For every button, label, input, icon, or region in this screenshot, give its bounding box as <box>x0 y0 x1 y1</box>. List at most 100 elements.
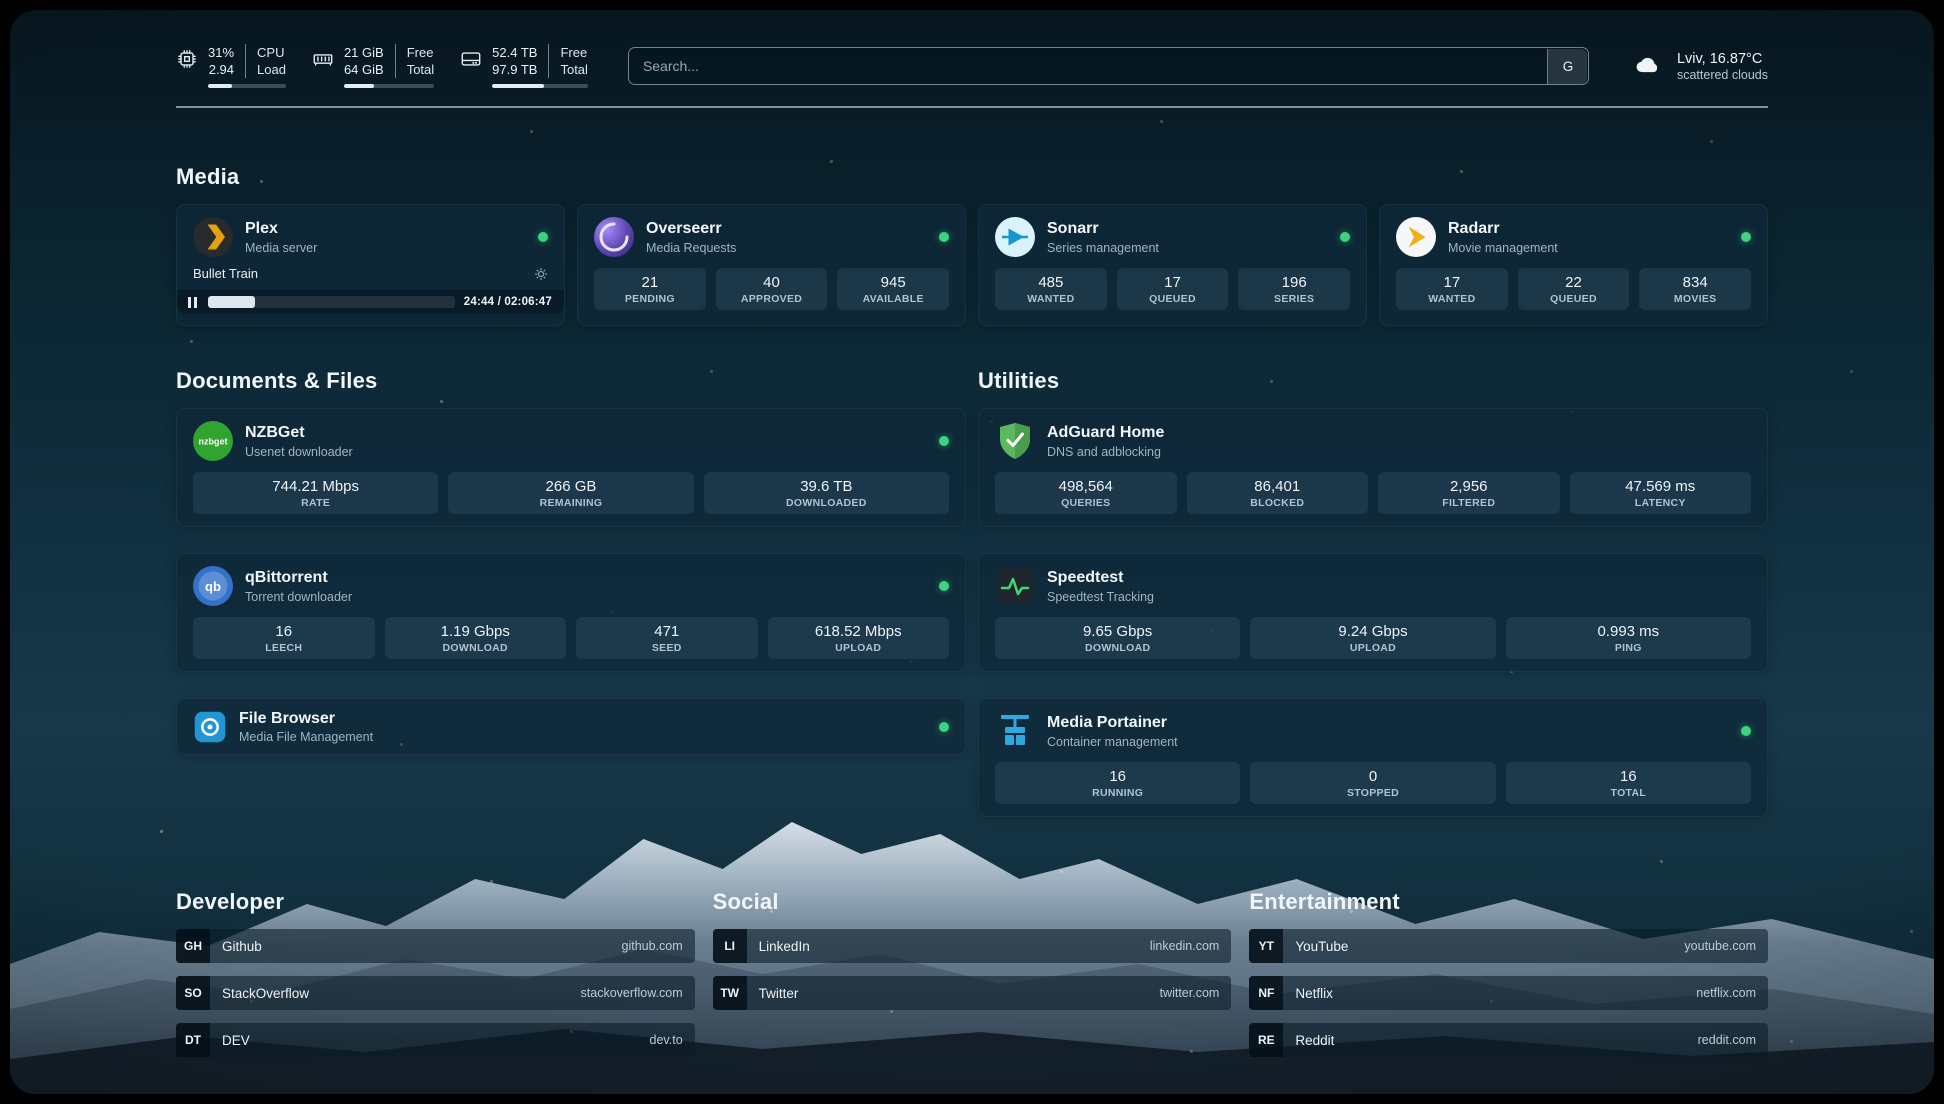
stat-label: REMAINING <box>452 497 689 509</box>
cpu-percent: 31% <box>208 44 234 61</box>
service-card-qbittorrent[interactable]: qb qBittorrent Torrent downloader 16 <box>176 553 966 672</box>
weather-widget: Lviv, 16.87°C scattered clouds <box>1629 50 1768 83</box>
status-online-dot <box>939 722 949 732</box>
section-media: Media Plex Media server <box>176 164 1768 326</box>
bookmark-name: StackOverflow <box>222 986 309 1001</box>
stat-leech: 16 LEECH <box>193 617 375 659</box>
cpu-monitor: 31% 2.94 CPU Load <box>176 44 286 88</box>
stat-label: APPROVED <box>720 293 824 305</box>
netflix-icon: NF <box>1249 976 1283 1010</box>
search-engine-button[interactable]: G <box>1547 49 1587 84</box>
service-card-radarr[interactable]: Radarr Movie management 17 WANTED 22 QUE… <box>1379 204 1768 326</box>
stat-value: 1.19 Gbps <box>389 623 563 640</box>
settings-gear-icon[interactable] <box>534 267 548 281</box>
stat-available: 945 AVAILABLE <box>837 268 949 310</box>
pause-button[interactable] <box>186 297 199 308</box>
memory-monitor: 21 GiB 64 GiB Free Total <box>312 44 434 88</box>
stat-value: 0 <box>1254 768 1491 785</box>
status-online-dot <box>939 581 949 591</box>
service-name: Speedtest <box>1047 568 1154 587</box>
search-input[interactable] <box>628 47 1589 85</box>
status-online-dot <box>939 436 949 446</box>
playback-time: 24:44 / 02:06:47 <box>464 296 552 308</box>
service-card-overseerr[interactable]: Overseerr Media Requests 21 PENDING 40 A… <box>577 204 966 326</box>
service-card-sonarr[interactable]: Sonarr Series management 485 WANTED 17 Q… <box>978 204 1367 326</box>
dev-icon: DT <box>176 1023 210 1057</box>
service-card-filebrowser[interactable]: File Browser Media File Management <box>176 698 966 755</box>
now-playing-title: Bullet Train <box>193 266 258 281</box>
stat-value: 0.993 ms <box>1510 623 1747 640</box>
status-online-dot <box>1741 232 1751 242</box>
stat-label: UPLOAD <box>772 642 946 654</box>
stat-queued: 22 QUEUED <box>1518 268 1630 310</box>
youtube-icon: YT <box>1249 929 1283 963</box>
stat-label: RATE <box>197 497 434 509</box>
bookmark-netflix[interactable]: NF Netflix netflix.com <box>1249 976 1768 1010</box>
stat-value: 2,956 <box>1382 478 1556 495</box>
bookmark-name: Github <box>222 939 262 954</box>
stat-value: 834 <box>1643 274 1747 291</box>
stat-value: 17 <box>1400 274 1504 291</box>
bookmark-linkedin[interactable]: LI LinkedIn linkedin.com <box>713 929 1232 963</box>
memory-total: 64 GiB <box>344 61 384 78</box>
qbittorrent-icon: qb <box>193 566 233 606</box>
filebrowser-icon <box>193 710 227 744</box>
service-card-nzbget[interactable]: nzbget NZBGet Usenet downloader 744.21 M… <box>176 408 966 527</box>
stat-label: SERIES <box>1242 293 1346 305</box>
stat-total: 16 TOTAL <box>1506 762 1751 804</box>
section-title-entertainment: Entertainment <box>1249 889 1768 915</box>
bookmark-reddit[interactable]: RE Reddit reddit.com <box>1249 1023 1768 1057</box>
service-card-speedtest[interactable]: Speedtest Speedtest Tracking 9.65 Gbps D… <box>978 553 1768 672</box>
stat-label: UPLOAD <box>1254 642 1491 654</box>
stat-value: 196 <box>1242 274 1346 291</box>
stat-label: LEECH <box>197 642 371 654</box>
stat-label: DOWNLOAD <box>999 642 1236 654</box>
stat-remaining: 266 GB REMAINING <box>448 472 693 514</box>
stat-value: 471 <box>580 623 754 640</box>
top-bar: 31% 2.94 CPU Load <box>176 44 1768 88</box>
bookmark-url: linkedin.com <box>1150 939 1219 953</box>
stat-label: WANTED <box>999 293 1103 305</box>
stat-stopped: 0 STOPPED <box>1250 762 1495 804</box>
cloud-icon <box>1629 50 1665 83</box>
service-card-adguard[interactable]: AdGuard Home DNS and adblocking 498,564 … <box>978 408 1768 527</box>
status-online-dot <box>1741 726 1751 736</box>
adguard-icon <box>995 421 1035 461</box>
service-card-portainer[interactable]: Media Portainer Container management 16 … <box>978 698 1768 817</box>
radarr-icon <box>1396 217 1436 257</box>
stat-seed: 471 SEED <box>576 617 758 659</box>
bookmark-url: stackoverflow.com <box>581 986 683 1000</box>
cpu-label: CPU <box>257 44 284 61</box>
bookmark-name: Twitter <box>759 986 799 1001</box>
service-card-plex[interactable]: Plex Media server Bullet Train <box>176 204 565 326</box>
stat-running: 16 RUNNING <box>995 762 1240 804</box>
portainer-icon <box>995 711 1035 751</box>
twitter-icon: TW <box>713 976 747 1010</box>
section-documents: Documents & Files nzbget NZBGet Usenet d… <box>176 368 966 817</box>
bookmark-github[interactable]: GH Github github.com <box>176 929 695 963</box>
service-subtitle: Usenet downloader <box>245 445 353 459</box>
nzbget-icon: nzbget <box>193 421 233 461</box>
bookmark-twitter[interactable]: TW Twitter twitter.com <box>713 976 1232 1010</box>
memory-usage-bar <box>344 84 434 88</box>
status-online-dot <box>538 232 548 242</box>
service-subtitle: Movie management <box>1448 241 1558 255</box>
stat-pending: 21 PENDING <box>594 268 706 310</box>
playback-bar: 24:44 / 02:06:47 <box>177 290 564 314</box>
status-online-dot <box>939 232 949 242</box>
stat-value: 16 <box>1510 768 1747 785</box>
stat-value: 17 <box>1121 274 1225 291</box>
stat-value: 744.21 Mbps <box>197 478 434 495</box>
section-title-utilities: Utilities <box>978 368 1768 394</box>
github-icon: GH <box>176 929 210 963</box>
bookmark-url: twitter.com <box>1160 986 1220 1000</box>
service-name: Plex <box>245 219 317 238</box>
service-name: Sonarr <box>1047 219 1159 238</box>
seek-track[interactable] <box>208 296 455 308</box>
bookmark-stackoverflow[interactable]: SO StackOverflow stackoverflow.com <box>176 976 695 1010</box>
stat-download: 9.65 Gbps DOWNLOAD <box>995 617 1240 659</box>
bookmark-youtube[interactable]: YT YouTube youtube.com <box>1249 929 1768 963</box>
bookmark-dev[interactable]: DT DEV dev.to <box>176 1023 695 1057</box>
stat-label: QUEUED <box>1121 293 1225 305</box>
stat-label: AVAILABLE <box>841 293 945 305</box>
